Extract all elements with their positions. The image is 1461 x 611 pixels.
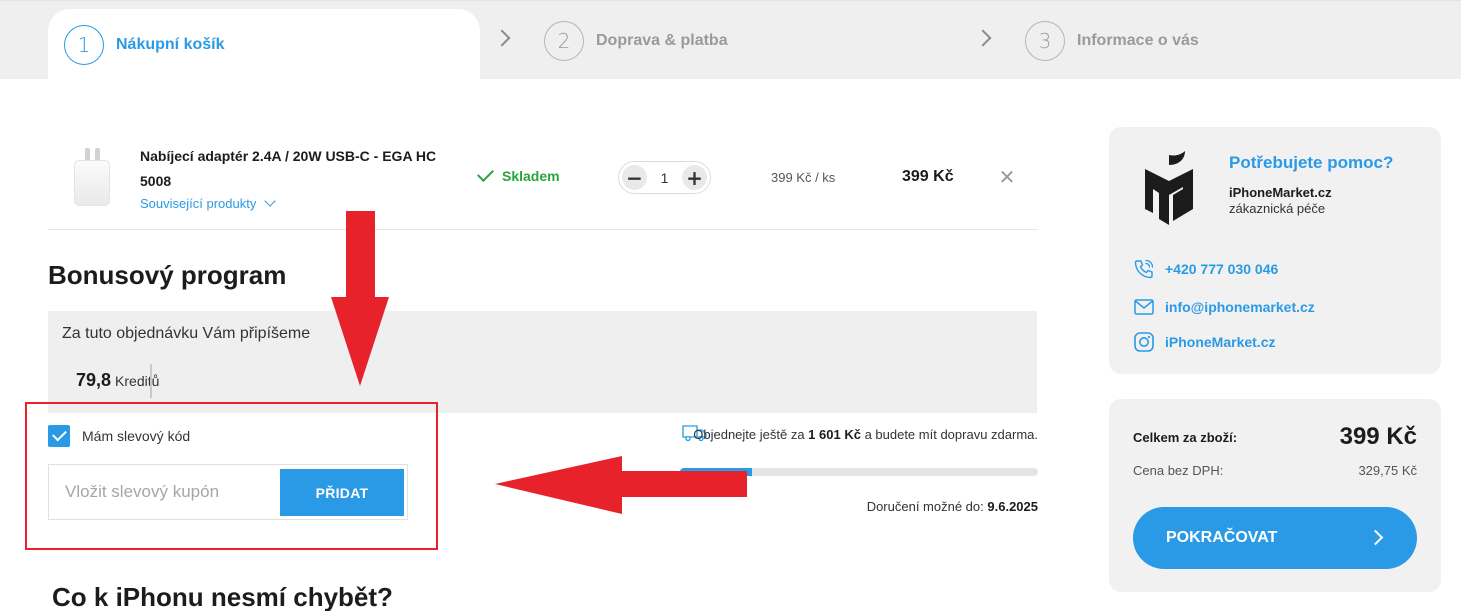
- step-shipping-number: 2: [544, 20, 584, 61]
- bonus-program-box: Za tuto objednávku Vám připíšeme 79,8 Kr…: [48, 311, 1037, 413]
- step-cart[interactable]: 1 Nákupní košík: [48, 9, 480, 80]
- bonus-program-title: Bonusový program: [48, 260, 287, 290]
- bonus-program-text: Za tuto objednávku Vám připíšeme: [62, 325, 311, 342]
- delivery-date-info: Doručení možné do: 9.6.2025: [680, 499, 1038, 514]
- price-without-vat-label: Cena bez DPH:: [1133, 463, 1224, 478]
- free-shipping-text-after: a budete mít dopravu zdarma.: [864, 427, 1038, 442]
- bonus-credits: 79,8 Kreditů: [76, 370, 159, 391]
- item-price: 399 Kč: [902, 168, 954, 185]
- chevron-right-icon: [1367, 529, 1384, 546]
- instagram-link[interactable]: iPhoneMarket.cz: [1133, 331, 1275, 353]
- recommended-section-title: Co k iPhonu nesmí chybět?: [52, 582, 393, 611]
- email-address[interactable]: info@iphonemarket.cz: [1165, 299, 1315, 315]
- decrease-quantity-button[interactable]: −: [622, 165, 647, 190]
- related-products-link[interactable]: Související produkty: [140, 195, 277, 211]
- free-shipping-amount: 1 601 Kč: [808, 427, 861, 442]
- step-cart-label: Nákupní košík: [116, 35, 225, 53]
- credits-value: 79,8: [76, 370, 112, 390]
- credits-divider: [150, 364, 152, 398]
- free-shipping-progress: [680, 468, 1038, 476]
- phone-number[interactable]: +420 777 030 046: [1165, 261, 1278, 277]
- mail-icon: [1134, 299, 1154, 315]
- cart-item-row: Nabíjecí adaptér 2.4A / 20W USB-C - EGA …: [48, 120, 1038, 230]
- step-shipping-label: Doprava & platba: [596, 31, 728, 49]
- step-info-label: Informace o vás: [1077, 31, 1199, 49]
- annotation-highlight-box: [25, 402, 438, 550]
- email-contact-link[interactable]: info@iphonemarket.cz: [1133, 296, 1315, 318]
- continue-button[interactable]: POKRAČOVAT: [1133, 507, 1417, 569]
- step-info-number: 3: [1025, 20, 1065, 61]
- help-brand: iPhoneMarket.cz: [1229, 185, 1332, 200]
- order-summary-card: Celkem za zboží: 399 Kč Cena bez DPH: 32…: [1109, 399, 1441, 592]
- phone-contact-link[interactable]: +420 777 030 046: [1133, 258, 1278, 280]
- adapter-body: [74, 160, 110, 206]
- help-subtitle: zákaznická péče: [1229, 201, 1326, 216]
- stock-status: Skladem: [477, 165, 560, 184]
- product-thumbnail[interactable]: [70, 146, 114, 208]
- related-products-label: Související produkty: [140, 196, 257, 211]
- total-price: 399 Kč: [1339, 423, 1417, 450]
- chevron-right-icon: [974, 29, 992, 47]
- free-shipping-text-before: Objednejte ještě za: [693, 427, 805, 442]
- quantity-stepper: − 1 +: [618, 161, 711, 194]
- step-info[interactable]: 3 Informace o vás: [1025, 1, 1199, 80]
- unit-price: 399 Kč / ks: [771, 170, 836, 185]
- delivery-date: 9.6.2025: [987, 499, 1038, 514]
- credits-unit: Kreditů: [115, 373, 160, 389]
- free-shipping-info: Objednejte ještě za 1 601 Kč a budete mí…: [680, 425, 1038, 444]
- delivery-label: Doručení možné do:: [866, 499, 984, 514]
- increase-quantity-button[interactable]: +: [681, 165, 707, 190]
- chevron-right-icon: [493, 29, 511, 47]
- continue-button-label: POKRAČOVAT: [1166, 529, 1278, 546]
- chevron-down-icon: [264, 195, 277, 207]
- instagram-icon: [1134, 332, 1154, 352]
- instagram-handle[interactable]: iPhoneMarket.cz: [1165, 334, 1275, 350]
- help-card: Potřebujete pomoc? iPhoneMarket.cz zákaz…: [1109, 127, 1441, 374]
- product-name[interactable]: Nabíjecí adaptér 2.4A / 20W USB-C - EGA …: [140, 144, 450, 194]
- checkout-steps: 1 Nákupní košík 2 Doprava & platba 3 Inf…: [0, 0, 1461, 80]
- quantity-value[interactable]: 1: [661, 170, 669, 186]
- stock-label: Skladem: [502, 168, 560, 184]
- phone-icon: [1134, 259, 1154, 279]
- price-without-vat: 329,75 Kč: [1358, 463, 1417, 478]
- help-title: Potřebujete pomoc?: [1229, 153, 1394, 172]
- step-cart-number: 1: [64, 24, 104, 65]
- step-shipping[interactable]: 2 Doprava & platba: [544, 1, 728, 80]
- iphonemarket-logo: [1145, 151, 1193, 225]
- total-label: Celkem za zboží:: [1133, 430, 1238, 445]
- check-icon: [477, 165, 494, 182]
- remove-item-button[interactable]: ✕: [998, 165, 1016, 189]
- free-shipping-progress-fill: [680, 468, 752, 476]
